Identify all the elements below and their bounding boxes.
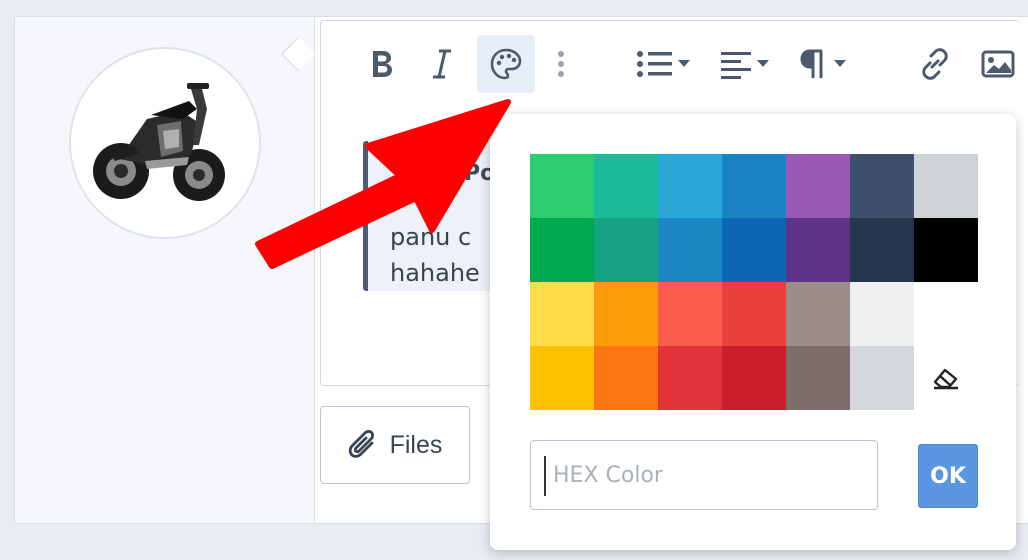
bold-icon <box>373 51 392 77</box>
italic-icon <box>433 49 451 79</box>
list-icon <box>637 51 690 77</box>
paragraph-button[interactable] <box>797 35 857 93</box>
color-swatch[interactable] <box>530 218 594 282</box>
color-swatch[interactable] <box>786 218 850 282</box>
paragraph-icon <box>800 49 846 78</box>
list-button[interactable] <box>635 35 695 93</box>
color-swatch[interactable] <box>850 154 914 218</box>
palette-icon <box>490 48 522 80</box>
color-swatch[interactable] <box>914 154 978 218</box>
more-vertical-icon <box>558 51 564 77</box>
color-swatch[interactable] <box>914 218 978 282</box>
color-swatch[interactable] <box>530 346 594 410</box>
text-color-button[interactable] <box>477 35 535 93</box>
italic-button[interactable] <box>421 35 463 93</box>
color-picker-popup: OK <box>490 114 1016 550</box>
color-swatch[interactable] <box>786 154 850 218</box>
avatar[interactable] <box>69 47 261 239</box>
color-swatch[interactable] <box>594 218 658 282</box>
link-button[interactable] <box>913 35 957 93</box>
ok-button[interactable]: OK <box>918 444 978 508</box>
more-options-button[interactable] <box>549 35 573 93</box>
text-caret <box>544 456 546 496</box>
eraser-icon <box>933 368 958 390</box>
color-swatch[interactable] <box>850 218 914 282</box>
image-icon <box>981 50 1015 78</box>
motorcycle-image <box>93 83 225 201</box>
color-swatch[interactable] <box>594 282 658 346</box>
red-arrow-annotation <box>255 99 511 269</box>
align-button[interactable] <box>717 35 777 93</box>
color-swatch[interactable] <box>850 346 914 410</box>
image-button[interactable] <box>981 35 1021 93</box>
color-swatch[interactable] <box>722 154 786 218</box>
swatch-grid <box>530 154 978 410</box>
color-swatch[interactable] <box>658 346 722 410</box>
color-swatch[interactable] <box>658 282 722 346</box>
color-swatch[interactable] <box>786 282 850 346</box>
color-swatch[interactable] <box>722 282 786 346</box>
attach-files-button[interactable]: Files <box>320 406 470 484</box>
color-swatch[interactable] <box>722 218 786 282</box>
editor-toolbar <box>321 21 1020 97</box>
paperclip-icon <box>348 430 374 458</box>
color-swatch[interactable] <box>530 154 594 218</box>
bold-button[interactable] <box>361 35 403 93</box>
remove-color-button[interactable] <box>914 346 978 410</box>
link-icon <box>922 48 948 80</box>
color-swatch[interactable] <box>658 154 722 218</box>
align-left-icon <box>721 52 769 79</box>
color-swatch[interactable] <box>658 218 722 282</box>
hex-color-input[interactable] <box>530 440 878 510</box>
color-swatch[interactable] <box>850 282 914 346</box>
color-swatch[interactable] <box>594 154 658 218</box>
empty-swatch <box>914 282 978 346</box>
files-label: Files <box>389 430 443 459</box>
color-swatch[interactable] <box>786 346 850 410</box>
color-swatch[interactable] <box>594 346 658 410</box>
color-swatch[interactable] <box>530 282 594 346</box>
color-swatch[interactable] <box>722 346 786 410</box>
